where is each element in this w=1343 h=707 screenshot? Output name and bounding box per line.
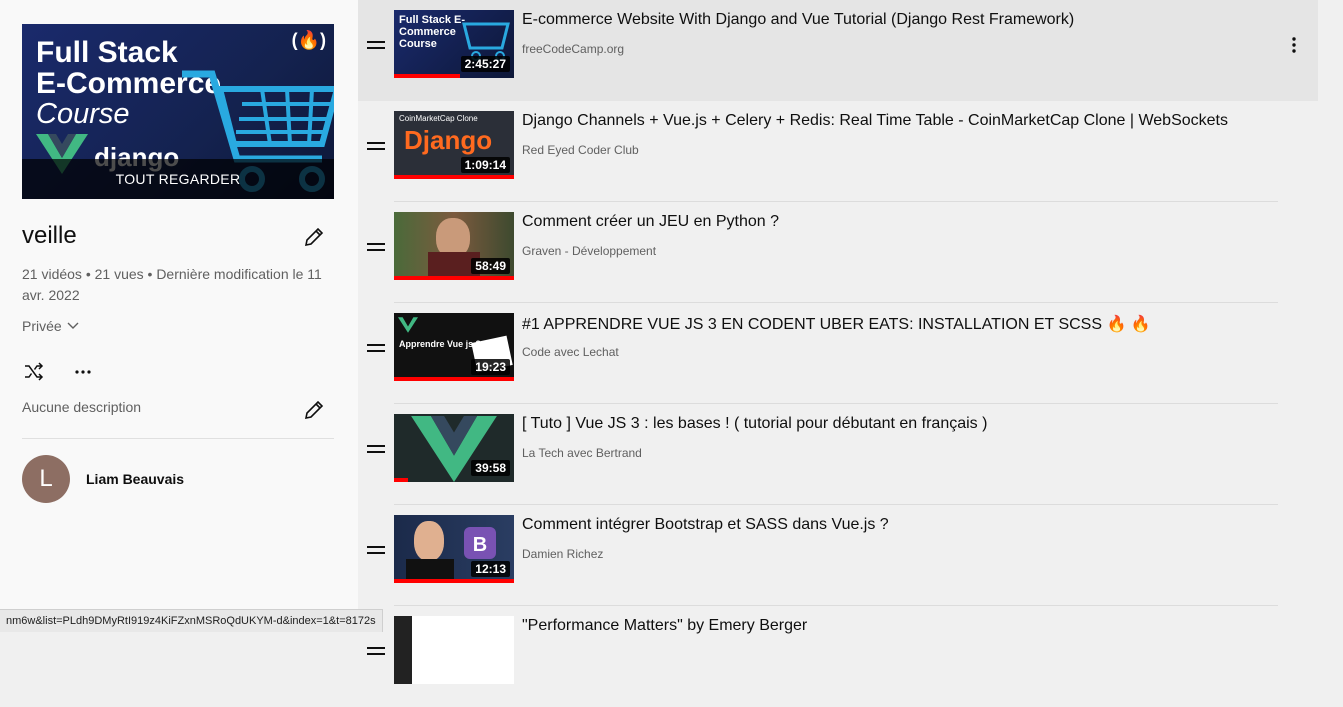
- vue-logo-icon: [398, 317, 418, 333]
- privacy-dropdown[interactable]: Privée: [22, 318, 80, 334]
- drag-handle-icon[interactable]: [367, 344, 385, 354]
- playlist-video-item[interactable]: CoinMarketCap Clone Django 1:09:14 Djang…: [358, 101, 1318, 202]
- playlist-hero-thumbnail[interactable]: Full Stack E-Commerce Course (🔥) django …: [22, 24, 334, 199]
- hero-text-line1: Full Stack: [36, 36, 178, 69]
- playlist-sidebar: Full Stack E-Commerce Course (🔥) django …: [0, 0, 358, 632]
- video-thumbnail[interactable]: [394, 616, 514, 684]
- edit-description-pencil-icon[interactable]: [302, 398, 326, 422]
- video-duration: 1:09:14: [460, 157, 510, 173]
- video-thumbnail[interactable]: Full Stack E-Commerce Course 2:45:27: [394, 10, 514, 78]
- video-title[interactable]: Comment intégrer Bootstrap et SASS dans …: [522, 516, 889, 534]
- drag-handle-icon[interactable]: [367, 445, 385, 455]
- edit-title-pencil-icon[interactable]: [302, 225, 326, 249]
- svg-text:B: B: [473, 534, 487, 556]
- video-title[interactable]: E-commerce Website With Django and Vue T…: [522, 11, 1074, 29]
- sidebar-divider: [22, 438, 334, 439]
- privacy-label: Privée: [22, 318, 62, 334]
- playlist-video-item[interactable]: Full Stack E-Commerce Course 2:45:27 E-c…: [358, 0, 1318, 101]
- playlist-video-item[interactable]: B 12:13 Comment intégrer Bootstrap et SA…: [358, 505, 1318, 606]
- video-title[interactable]: Django Channels + Vue.js + Celery + Redi…: [522, 112, 1228, 130]
- drag-handle-icon[interactable]: [367, 41, 385, 51]
- more-horizontal-icon[interactable]: [72, 360, 96, 384]
- more-vertical-icon[interactable]: [1282, 34, 1306, 58]
- video-duration: 19:23: [471, 359, 510, 375]
- video-channel[interactable]: La Tech avec Bertrand: [522, 446, 642, 460]
- drag-handle-icon[interactable]: [367, 243, 385, 253]
- owner-avatar[interactable]: L: [22, 455, 70, 503]
- watch-progress-bar: [394, 74, 460, 78]
- watch-progress-bar: [394, 579, 514, 583]
- thumb-caption: Apprendre Vue js 3: [399, 339, 481, 349]
- video-title[interactable]: "Performance Matters" by Emery Berger: [522, 617, 807, 635]
- link-status-bar: nm6w&list=PLdh9DMyRtI919z4KiFZxnMSRoQdUK…: [0, 609, 383, 632]
- owner-name[interactable]: Liam Beauvais: [86, 471, 184, 487]
- playlist-video-item[interactable]: 58:49 Comment créer un JEU en Python ? G…: [358, 202, 1318, 303]
- shuffle-icon[interactable]: [22, 360, 46, 384]
- video-duration: 2:45:27: [460, 56, 510, 72]
- play-all-button[interactable]: TOUT REGARDER: [22, 159, 334, 199]
- video-channel[interactable]: Damien Richez: [522, 547, 603, 561]
- playlist-video-item[interactable]: 39:58 [ Tuto ] Vue JS 3 : les bases ! ( …: [358, 404, 1318, 505]
- drag-handle-icon[interactable]: [367, 142, 385, 152]
- video-duration: 12:13: [471, 561, 510, 577]
- playlist-video-item[interactable]: "Performance Matters" by Emery Berger: [358, 606, 1318, 707]
- drag-handle-icon[interactable]: [367, 546, 385, 556]
- video-thumbnail[interactable]: 39:58: [394, 414, 514, 482]
- video-title[interactable]: Comment créer un JEU en Python ?: [522, 213, 779, 231]
- drag-handle-icon[interactable]: [367, 647, 385, 657]
- video-title[interactable]: #1 APPRENDRE VUE JS 3 EN CODENT UBER EAT…: [522, 314, 1151, 334]
- person-face-image: [414, 521, 444, 561]
- video-thumbnail[interactable]: Apprendre Vue js 3 19:23: [394, 313, 514, 381]
- watch-progress-bar: [394, 377, 514, 381]
- video-channel[interactable]: freeCodeCamp.org: [522, 42, 624, 56]
- hero-text-line3: Course: [36, 98, 130, 130]
- video-channel[interactable]: Red Eyed Coder Club: [522, 143, 639, 157]
- chevron-down-icon: [67, 322, 79, 329]
- video-title[interactable]: [ Tuto ] Vue JS 3 : les bases ! ( tutori…: [522, 415, 987, 433]
- video-channel[interactable]: Graven - Développement: [522, 244, 656, 258]
- watch-progress-bar: [394, 276, 514, 280]
- thumb-caption: Django: [404, 125, 493, 155]
- bootstrap-logo-icon: B: [464, 527, 496, 559]
- freecodecamp-logo-icon: (🔥): [291, 30, 326, 50]
- playlist-video-item[interactable]: Apprendre Vue js 3 19:23 #1 APPRENDRE VU…: [358, 303, 1318, 404]
- video-channel[interactable]: Code avec Lechat: [522, 345, 619, 359]
- video-thumbnail[interactable]: CoinMarketCap Clone Django 1:09:14: [394, 111, 514, 179]
- video-duration: 58:49: [471, 258, 510, 274]
- video-thumbnail[interactable]: B 12:13: [394, 515, 514, 583]
- video-duration: 39:58: [471, 460, 510, 476]
- playlist-stats: 21 vidéos • 21 vues • Dernière modificat…: [22, 266, 322, 303]
- watch-progress-bar: [394, 478, 409, 482]
- watch-progress-bar: [394, 175, 514, 179]
- playlist-description: Aucune description: [22, 399, 142, 415]
- thumb-subcaption: CoinMarketCap Clone: [399, 114, 478, 123]
- playlist-title: veille: [22, 222, 77, 249]
- video-thumbnail[interactable]: 58:49: [394, 212, 514, 280]
